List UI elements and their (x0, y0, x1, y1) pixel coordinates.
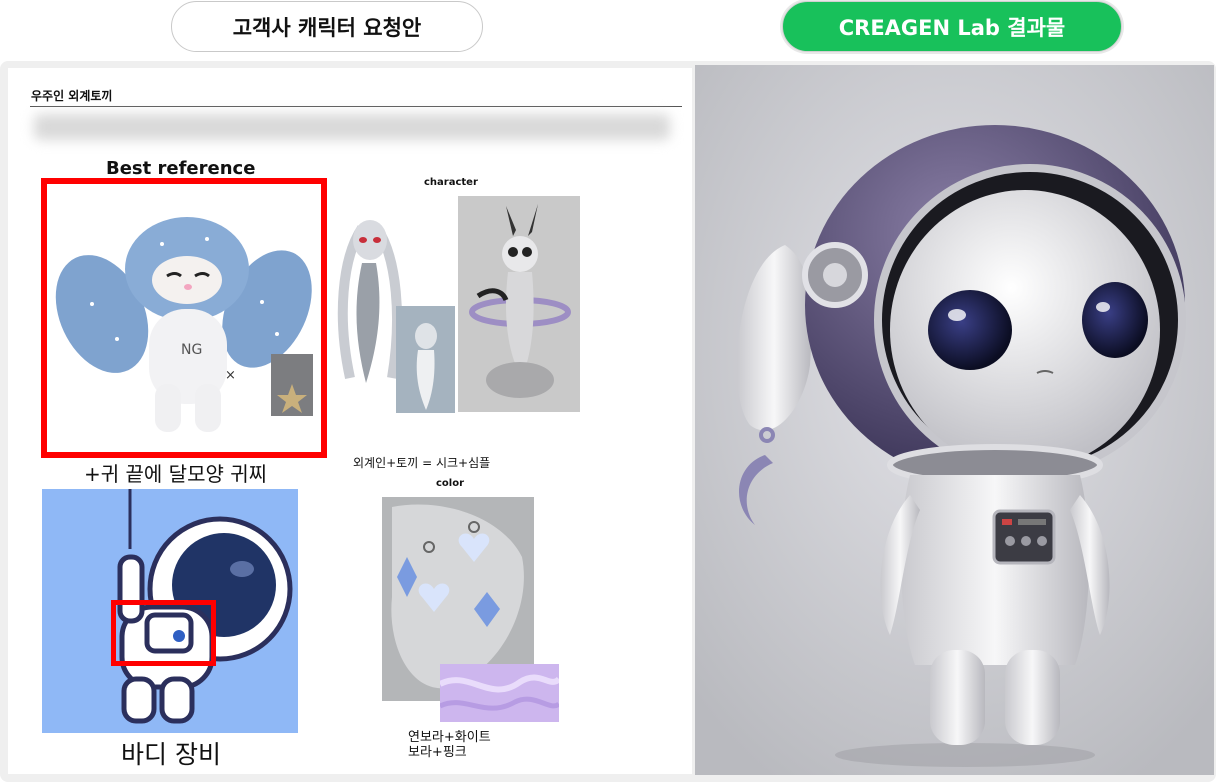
blurred-description (34, 114, 670, 140)
client-request-document: 우주인 외계토끼 Best reference NG × character +… (8, 68, 692, 774)
character-label: character (424, 177, 478, 188)
creagen-result-pill: CREAGEN Lab 결과물 (782, 1, 1122, 52)
lavender-marble-swatch (440, 664, 559, 722)
document-title: 우주인 외계토끼 (31, 89, 113, 103)
chrome-alien-closeup-image (396, 306, 455, 413)
chrome-alien-reference-image (332, 198, 404, 388)
best-reference-highlight-box (41, 178, 327, 458)
chrome-bunny-figure-reference-image (458, 196, 580, 412)
palette-note-line-1: 연보라+화이트 (408, 730, 491, 745)
client-request-pill: 고객사 캐릭터 요청안 (171, 1, 483, 52)
palette-note: 연보라+화이트 보라+핑크 (408, 730, 491, 760)
title-divider (30, 106, 682, 107)
body-gear-highlight-box (111, 600, 216, 666)
best-reference-label: Best reference (106, 158, 256, 179)
color-label: color (436, 478, 465, 489)
ear-charm-note: +귀 끝에 달모양 귀찌 (84, 462, 268, 486)
palette-note-line-2: 보라+핑크 (408, 745, 467, 760)
alien-rabbit-concept-note: 외계인+토끼 = 시크+심플 (353, 456, 491, 470)
creagen-result-render (695, 65, 1214, 775)
body-gear-note: 바디 장비 (121, 740, 221, 769)
